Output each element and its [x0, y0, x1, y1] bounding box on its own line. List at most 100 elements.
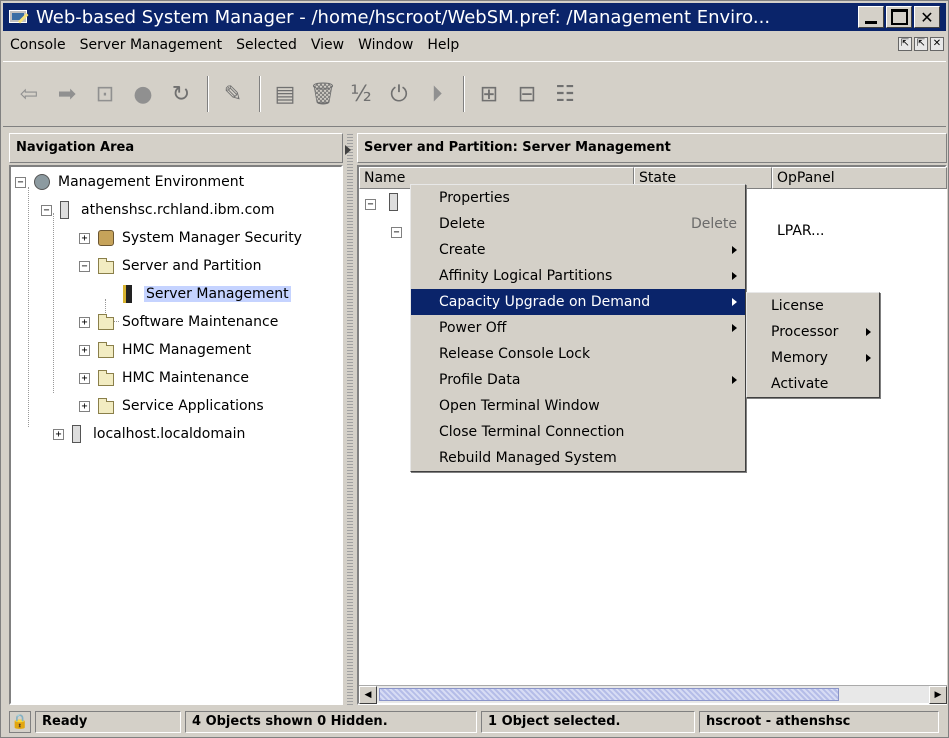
submenu-arrow-icon	[732, 376, 737, 384]
menu-view[interactable]: View	[304, 33, 351, 57]
menu-console[interactable]: Console	[3, 33, 73, 57]
menu-item-label: Release Console Lock	[439, 346, 591, 362]
tree-node-hmc-management[interactable]: + HMC Management	[79, 339, 251, 361]
menu-item-open-terminal-window[interactable]: Open Terminal Window	[411, 393, 745, 419]
menu-item-processor[interactable]: Processor	[747, 319, 879, 345]
tree-label: athenshsc.rchland.ibm.com	[81, 202, 275, 218]
window-title: Web-based System Manager - /home/hscroot…	[36, 6, 771, 28]
status-user: hscroot - athenshsc	[699, 711, 939, 733]
menu-help[interactable]: Help	[420, 33, 466, 57]
scroll-right-icon[interactable]: ▶	[929, 686, 947, 704]
folder-icon	[98, 313, 114, 330]
row-expand-toggle[interactable]: −	[365, 195, 384, 211]
tree-label: Server and Partition	[122, 258, 262, 274]
maximize-button[interactable]	[886, 6, 912, 28]
back-arrow-icon[interactable]: ⇦	[13, 78, 45, 110]
scrollbar-thumb[interactable]	[379, 688, 839, 701]
tree-node-hmc-maintenance[interactable]: + HMC Maintenance	[79, 367, 249, 389]
menu-item-label: Create	[439, 242, 486, 258]
tree-node-athenshsc[interactable]: − athenshsc.rchland.ibm.com	[41, 199, 275, 221]
expand-toggle[interactable]: +	[79, 316, 90, 328]
view-details-icon[interactable]: ☷	[549, 78, 581, 110]
expand-toggle[interactable]: +	[79, 232, 90, 244]
expand-toggle[interactable]: +	[79, 372, 90, 384]
tree-node-system-manager-security[interactable]: + System Manager Security	[79, 227, 302, 249]
up-folder-icon[interactable]: ⊡	[89, 78, 121, 110]
submenu-arrow-icon	[732, 272, 737, 280]
pane-splitter[interactable]	[344, 133, 356, 705]
menu-item-release-console-lock[interactable]: Release Console Lock	[411, 341, 745, 367]
menu-item-affinity-logical-partitions[interactable]: Affinity Logical Partitions	[411, 263, 745, 289]
tree-label: HMC Management	[122, 342, 252, 358]
status-objects: 4 Objects shown 0 Hidden.	[185, 711, 477, 733]
submenu-arrow-icon	[732, 324, 737, 332]
close-button[interactable]: ✕	[914, 6, 940, 28]
row-collapse-toggle[interactable]: −	[391, 223, 410, 239]
expand-toggle[interactable]: +	[53, 428, 64, 440]
menu-item-label: Close Terminal Connection	[439, 424, 625, 440]
folder-icon	[98, 257, 114, 274]
detach-pane-icon[interactable]: ⇱	[898, 37, 912, 51]
forward-arrow-icon[interactable]: ➡	[51, 78, 83, 110]
splitter-arrow-icon[interactable]	[345, 145, 351, 155]
menu-item-label: Rebuild Managed System	[439, 450, 617, 466]
submenu-arrow-icon	[866, 328, 871, 336]
menu-bar: Console Server Management Selected View …	[3, 33, 946, 57]
menu-item-memory[interactable]: Memory	[747, 345, 879, 371]
stop-icon[interactable]: ●	[127, 78, 159, 110]
menu-item-label: Activate	[771, 376, 829, 392]
menu-item-profile-data[interactable]: Profile Data	[411, 367, 745, 393]
tree-node-server-and-partition[interactable]: − Server and Partition	[79, 255, 262, 277]
folder-icon	[98, 341, 114, 358]
cut-icon[interactable]: ½	[345, 78, 377, 110]
menu-item-close-terminal-connection[interactable]: Close Terminal Connection	[411, 419, 745, 445]
menu-window[interactable]: Window	[351, 33, 420, 57]
properties-icon[interactable]: ▤	[269, 78, 301, 110]
menu-item-delete[interactable]: Delete Delete	[411, 211, 745, 237]
run-icon[interactable]: ⏵	[421, 78, 453, 110]
collapse-toggle[interactable]: −	[79, 260, 90, 272]
tree-node-software-maintenance[interactable]: + Software Maintenance	[79, 311, 278, 333]
tree-node-management-environment[interactable]: − Management Environment	[15, 171, 244, 193]
tree-node-localhost[interactable]: + localhost.localdomain	[53, 423, 245, 445]
close-pane-icon[interactable]: ✕	[930, 37, 944, 51]
folder-icon	[98, 369, 114, 386]
scroll-left-icon[interactable]: ◀	[359, 686, 377, 704]
horizontal-scrollbar[interactable]: ◀ ▶	[359, 685, 947, 704]
menu-item-license[interactable]: License	[747, 293, 879, 319]
menu-item-properties[interactable]: Properties	[411, 185, 745, 211]
delete-icon[interactable]: 🗑	[307, 78, 339, 110]
refresh-icon[interactable]: ↻	[165, 78, 197, 110]
menu-server-management[interactable]: Server Management	[73, 33, 230, 57]
minimize-button[interactable]	[858, 6, 884, 28]
menu-item-label: Profile Data	[439, 372, 521, 388]
collapse-toggle[interactable]: −	[41, 204, 52, 216]
tree-label: Server Management	[144, 286, 291, 302]
view-large-icon[interactable]: ⊞	[473, 78, 505, 110]
tree-node-server-management[interactable]: Server Management	[123, 283, 291, 305]
tree-node-service-applications[interactable]: + Service Applications	[79, 395, 264, 417]
find-icon[interactable]: ✎	[217, 78, 249, 110]
expand-toggle[interactable]: +	[79, 400, 90, 412]
menu-item-rebuild-managed-system[interactable]: Rebuild Managed System	[411, 445, 745, 471]
server-icon	[60, 201, 69, 219]
expand-toggle[interactable]: +	[79, 344, 90, 356]
view-small-icon[interactable]: ⊟	[511, 78, 543, 110]
menu-item-label: Affinity Logical Partitions	[439, 268, 613, 284]
tree-label: HMC Maintenance	[122, 370, 249, 386]
column-oppanel[interactable]: OpPanel	[772, 167, 947, 189]
menu-item-power-off[interactable]: Power Off	[411, 315, 745, 341]
collapse-toggle[interactable]: −	[15, 176, 26, 188]
menu-item-label: License	[771, 298, 824, 314]
content-header: Server and Partition: Server Management	[357, 133, 947, 163]
menu-selected[interactable]: Selected	[229, 33, 304, 57]
menu-item-create[interactable]: Create	[411, 237, 745, 263]
server-icon	[123, 285, 132, 303]
power-icon[interactable]: ⏻	[383, 78, 415, 110]
detach-pane-icon-2[interactable]: ⇱	[914, 37, 928, 51]
menu-item-label: Memory	[771, 350, 828, 366]
navigation-pane: Navigation Area − Management Environment…	[9, 133, 343, 705]
menu-item-activate[interactable]: Activate	[747, 371, 879, 397]
server-icon	[72, 425, 81, 443]
menu-item-capacity-upgrade-on-demand[interactable]: Capacity Upgrade on Demand	[411, 289, 745, 315]
